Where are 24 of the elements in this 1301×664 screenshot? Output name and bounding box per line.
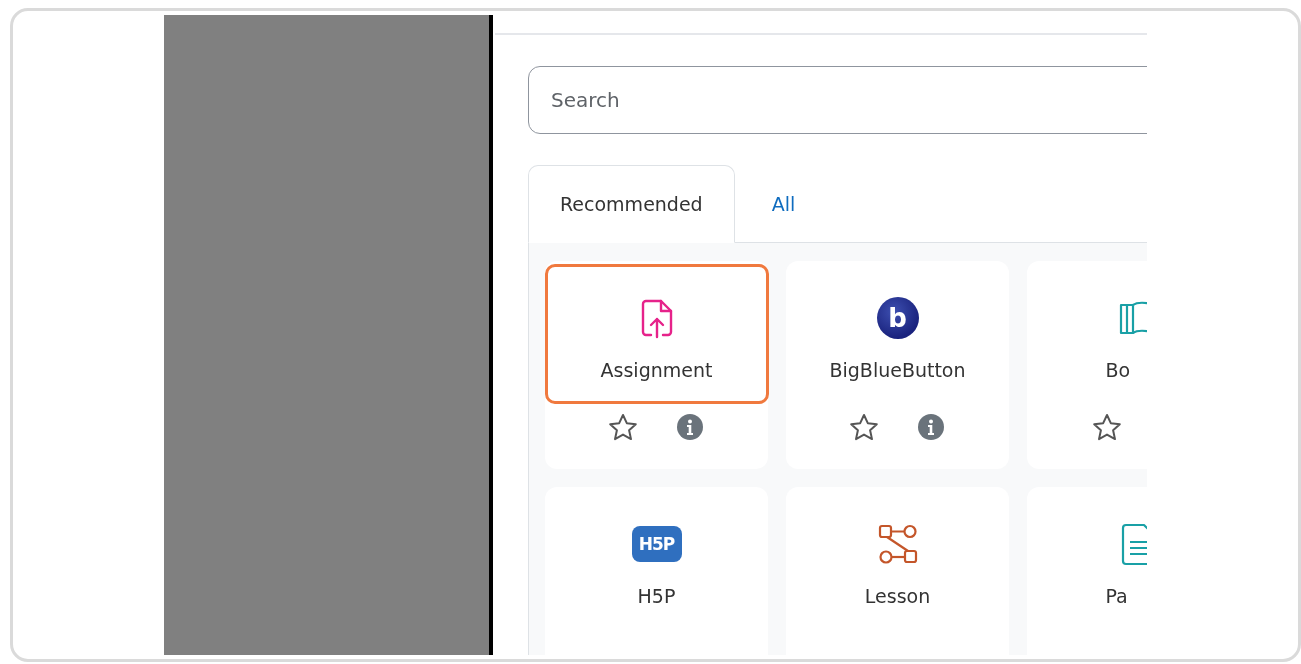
document-icon (1120, 522, 1147, 566)
activity-name: Lesson (864, 584, 931, 609)
activity-link[interactable]: b BigBlueButton (785, 264, 1010, 404)
activity-name: Pa (1105, 584, 1128, 609)
activity-link[interactable]: H5P H5P (544, 490, 769, 630)
activity-link[interactable]: Pa (1026, 490, 1147, 630)
star-icon[interactable] (1091, 413, 1122, 441)
activity-name: Bo (1105, 358, 1131, 383)
search-field[interactable]: Search (528, 66, 1147, 134)
star-icon[interactable] (848, 413, 879, 441)
tab[interactable]: Recommended (528, 165, 735, 243)
activity-name: BigBlueButton (829, 358, 966, 383)
info-icon[interactable] (675, 413, 704, 441)
activity-link[interactable]: Assignment (544, 264, 769, 404)
tab[interactable]: All (734, 165, 833, 243)
activity-name: H5P (637, 584, 676, 609)
activity-link[interactable]: Bo (1026, 264, 1147, 404)
star-icon[interactable] (607, 413, 638, 441)
activity-link[interactable]: Lesson (785, 490, 1010, 630)
flow-nodes-icon (876, 523, 919, 565)
info-icon[interactable] (916, 413, 945, 441)
logo-icon: H5P (631, 526, 682, 562)
activity-name: Assignment (600, 358, 713, 383)
circle-logo-icon: b (876, 297, 919, 339)
